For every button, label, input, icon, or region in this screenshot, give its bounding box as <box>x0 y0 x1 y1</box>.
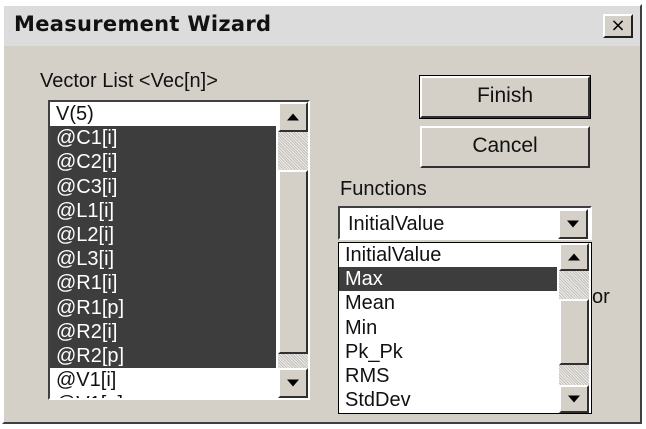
arrow-down-icon <box>568 395 580 403</box>
vector-list-items: V(5) @C1[i] @C2[i] @C3[i] @L1[i] @L2[i] @L3[i]… <box>50 102 276 398</box>
vector-list-item[interactable]: @C2[i] <box>50 150 276 175</box>
vector-list-label: Vector List <Vec[n]> <box>40 70 218 92</box>
vector-scroll-down-button[interactable] <box>278 368 308 398</box>
functions-option[interactable]: Mean <box>339 291 557 315</box>
functions-option[interactable]: RMS <box>339 364 557 388</box>
vector-list-item[interactable]: V(5) <box>50 102 276 126</box>
vector-list-item[interactable]: @C1[i] <box>50 126 276 151</box>
functions-scroll-thumb[interactable] <box>559 299 589 365</box>
vector-list-item[interactable]: @L1[i] <box>50 198 276 223</box>
functions-option[interactable]: Max <box>339 267 557 292</box>
functions-scrollbar[interactable] <box>559 243 589 413</box>
cancel-button[interactable]: Cancel <box>420 126 590 168</box>
vector-list-item[interactable]: @L3[i] <box>50 247 276 272</box>
vector-scroll-up-button[interactable] <box>278 102 308 132</box>
vector-list-item[interactable]: @R2[i] <box>50 319 276 344</box>
functions-option[interactable]: Pk_Pk <box>339 340 557 364</box>
vector-scroll-thumb[interactable] <box>278 170 308 354</box>
functions-option[interactable]: Min <box>339 316 557 340</box>
window-title: Measurement Wizard <box>14 12 272 36</box>
measurement-wizard-dialog: Measurement Wizard × Vector List <Vec[n]… <box>2 4 642 424</box>
functions-dropdown-button[interactable] <box>558 209 588 239</box>
functions-scroll-down-button[interactable] <box>559 385 589 413</box>
close-icon: × <box>610 15 626 36</box>
functions-option[interactable]: InitialValue <box>339 243 557 267</box>
vector-list-scrollbar[interactable] <box>278 102 308 398</box>
functions-dropdown-list[interactable]: InitialValue Max Mean Min Pk_Pk RMS StdDev <box>338 242 592 414</box>
title-bar: Measurement Wizard × <box>4 6 640 46</box>
vector-list-item[interactable]: @R2[p] <box>50 343 276 369</box>
functions-options: InitialValue Max Mean Min Pk_Pk RMS StdDev <box>339 243 557 412</box>
close-button[interactable]: × <box>603 14 633 38</box>
finish-button[interactable]: Finish <box>419 75 591 119</box>
vector-list-item[interactable]: @V1[i] <box>50 368 276 392</box>
functions-option[interactable]: StdDev <box>339 388 557 412</box>
vector-list-item[interactable]: @C3[i] <box>50 174 276 199</box>
arrow-down-icon <box>287 379 299 387</box>
vector-list-item[interactable]: @R1[i] <box>50 271 276 296</box>
obscured-label: or <box>592 286 610 308</box>
vector-list-item[interactable]: @L2[i] <box>50 222 276 248</box>
vector-listbox[interactable]: V(5) @C1[i] @C2[i] @C3[i] @L1[i] @L2[i] @L3[i]… <box>48 100 310 400</box>
functions-selected-value: InitialValue <box>348 213 445 235</box>
chevron-down-icon <box>567 220 579 228</box>
arrow-up-icon <box>568 253 580 261</box>
functions-label: Functions <box>340 178 427 200</box>
vector-list-item[interactable]: @R1[p] <box>50 295 276 320</box>
arrow-up-icon <box>287 113 299 121</box>
vector-list-item[interactable]: @V1[p] <box>50 392 276 398</box>
functions-combobox[interactable]: InitialValue <box>338 206 592 240</box>
functions-scroll-up-button[interactable] <box>559 243 589 271</box>
